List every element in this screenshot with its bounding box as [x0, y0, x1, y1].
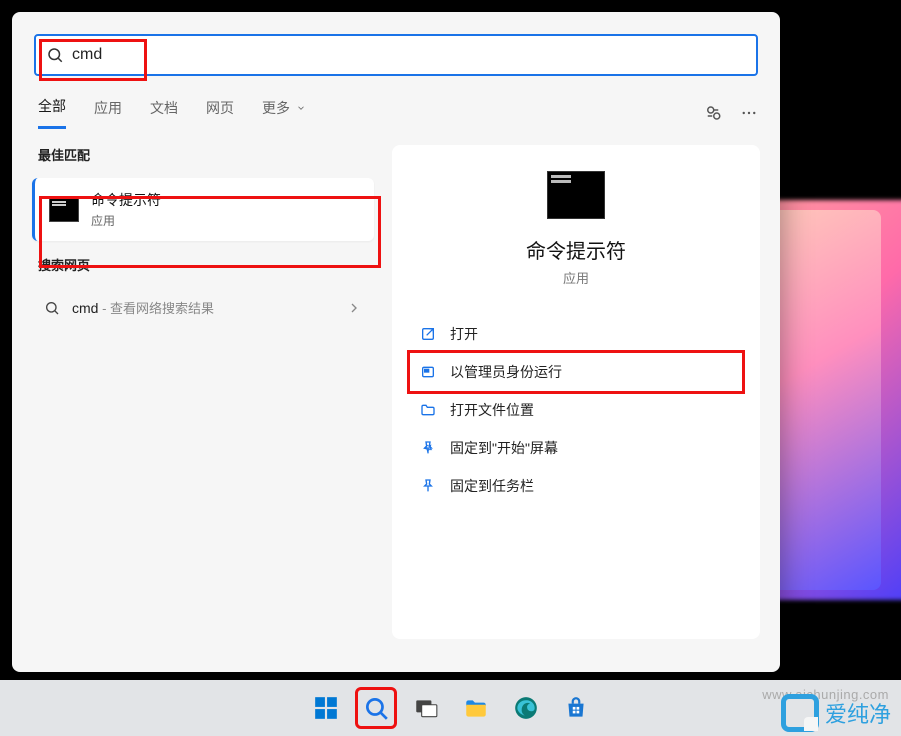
- edge-button[interactable]: [505, 687, 547, 729]
- tab-all[interactable]: 全部: [38, 96, 66, 129]
- search-button[interactable]: [355, 687, 397, 729]
- explorer-button[interactable]: [455, 687, 497, 729]
- start-button[interactable]: [305, 687, 347, 729]
- detail-sub: 应用: [563, 268, 589, 287]
- windows-icon: [313, 695, 339, 721]
- action-pin-start[interactable]: 固定到"开始"屏幕: [410, 429, 742, 467]
- chevron-right-icon: [346, 300, 362, 316]
- action-open-location[interactable]: 打开文件位置: [410, 391, 742, 429]
- web-sub: - 查看网络搜索结果: [98, 301, 214, 316]
- tab-apps[interactable]: 应用: [94, 98, 122, 128]
- action-run-admin[interactable]: 以管理员身份运行: [410, 353, 742, 391]
- detail-title: 命令提示符: [526, 235, 626, 264]
- search-icon: [44, 300, 60, 316]
- sync-icon[interactable]: [704, 104, 722, 122]
- shield-icon: [420, 364, 436, 380]
- best-match-title: 命令提示符: [91, 190, 161, 210]
- cmd-icon: [49, 198, 79, 222]
- filter-tabs: 全部 应用 文档 网页 更多: [12, 76, 780, 129]
- action-open[interactable]: 打开: [410, 315, 742, 353]
- tab-more[interactable]: 更多: [262, 98, 306, 128]
- best-match-sub: 应用: [91, 212, 161, 229]
- watermark: 爱纯净: [781, 694, 891, 732]
- search-web-header: 搜索网页: [32, 255, 374, 274]
- store-icon: [563, 695, 589, 721]
- web-search-item[interactable]: cmd - 查看网络搜索结果: [32, 288, 374, 327]
- more-icon[interactable]: [740, 104, 758, 122]
- watermark-logo: [781, 694, 819, 732]
- pin-icon: [420, 478, 436, 494]
- search-input[interactable]: [72, 46, 746, 64]
- app-thumbnail: [547, 171, 605, 219]
- search-icon: [363, 695, 389, 721]
- search-box[interactable]: [34, 34, 758, 76]
- detail-pane: 命令提示符 应用 打开 以管理员身份运行 打开文件位置 固: [392, 145, 760, 639]
- best-match-item[interactable]: 命令提示符 应用: [32, 178, 374, 241]
- web-term: cmd: [72, 300, 98, 316]
- best-match-header: 最佳匹配: [32, 145, 374, 164]
- folder-icon: [463, 695, 489, 721]
- open-icon: [420, 326, 436, 342]
- edge-icon: [513, 695, 539, 721]
- task-view-button[interactable]: [405, 687, 447, 729]
- tab-documents[interactable]: 文档: [150, 98, 178, 128]
- search-icon: [46, 46, 64, 64]
- search-panel: 全部 应用 文档 网页 更多 最佳匹配 命令提示符 应用 搜索网页: [12, 12, 780, 672]
- task-view-icon: [413, 695, 439, 721]
- pin-icon: [420, 440, 436, 456]
- store-button[interactable]: [555, 687, 597, 729]
- folder-icon: [420, 402, 436, 418]
- watermark-text: 爱纯净: [825, 697, 891, 729]
- action-pin-taskbar[interactable]: 固定到任务栏: [410, 467, 742, 505]
- tab-web[interactable]: 网页: [206, 98, 234, 128]
- chevron-down-icon: [296, 103, 306, 113]
